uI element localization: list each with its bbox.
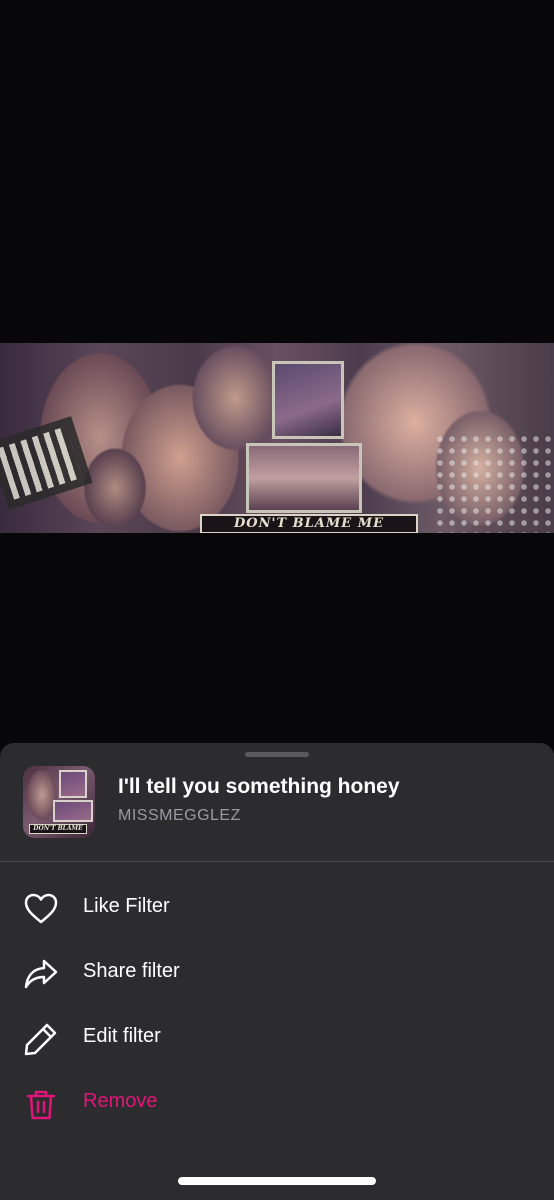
divider — [0, 861, 554, 862]
like-filter-label: Like Filter — [83, 895, 170, 917]
heart-icon — [23, 891, 59, 927]
filter-preview-image: DON'T BLAME ME — [0, 343, 554, 533]
like-filter-button[interactable]: Like Filter — [0, 879, 554, 935]
filter-author[interactable]: MISSMEGGLEZ — [118, 807, 241, 825]
sheet-grabber[interactable] — [245, 752, 309, 757]
thumbnail-caption: DON'T BLAME — [29, 824, 87, 834]
bottom-sheet: DON'T BLAME I'll tell you something hone… — [0, 743, 554, 1200]
filter-thumbnail: DON'T BLAME — [23, 766, 95, 838]
edit-filter-button[interactable]: Edit filter — [0, 1009, 554, 1065]
pencil-icon — [23, 1021, 59, 1057]
remove-filter-button[interactable]: Remove — [0, 1074, 554, 1130]
filter-title: I'll tell you something honey — [118, 775, 400, 798]
home-indicator[interactable] — [178, 1177, 376, 1185]
edit-filter-label: Edit filter — [83, 1025, 161, 1047]
share-filter-label: Share filter — [83, 960, 180, 982]
share-filter-button[interactable]: Share filter — [0, 944, 554, 1000]
remove-filter-label: Remove — [83, 1090, 158, 1112]
trash-icon — [23, 1086, 59, 1122]
banner-caption: DON'T BLAME ME — [200, 514, 418, 533]
share-arrow-icon — [23, 956, 59, 992]
